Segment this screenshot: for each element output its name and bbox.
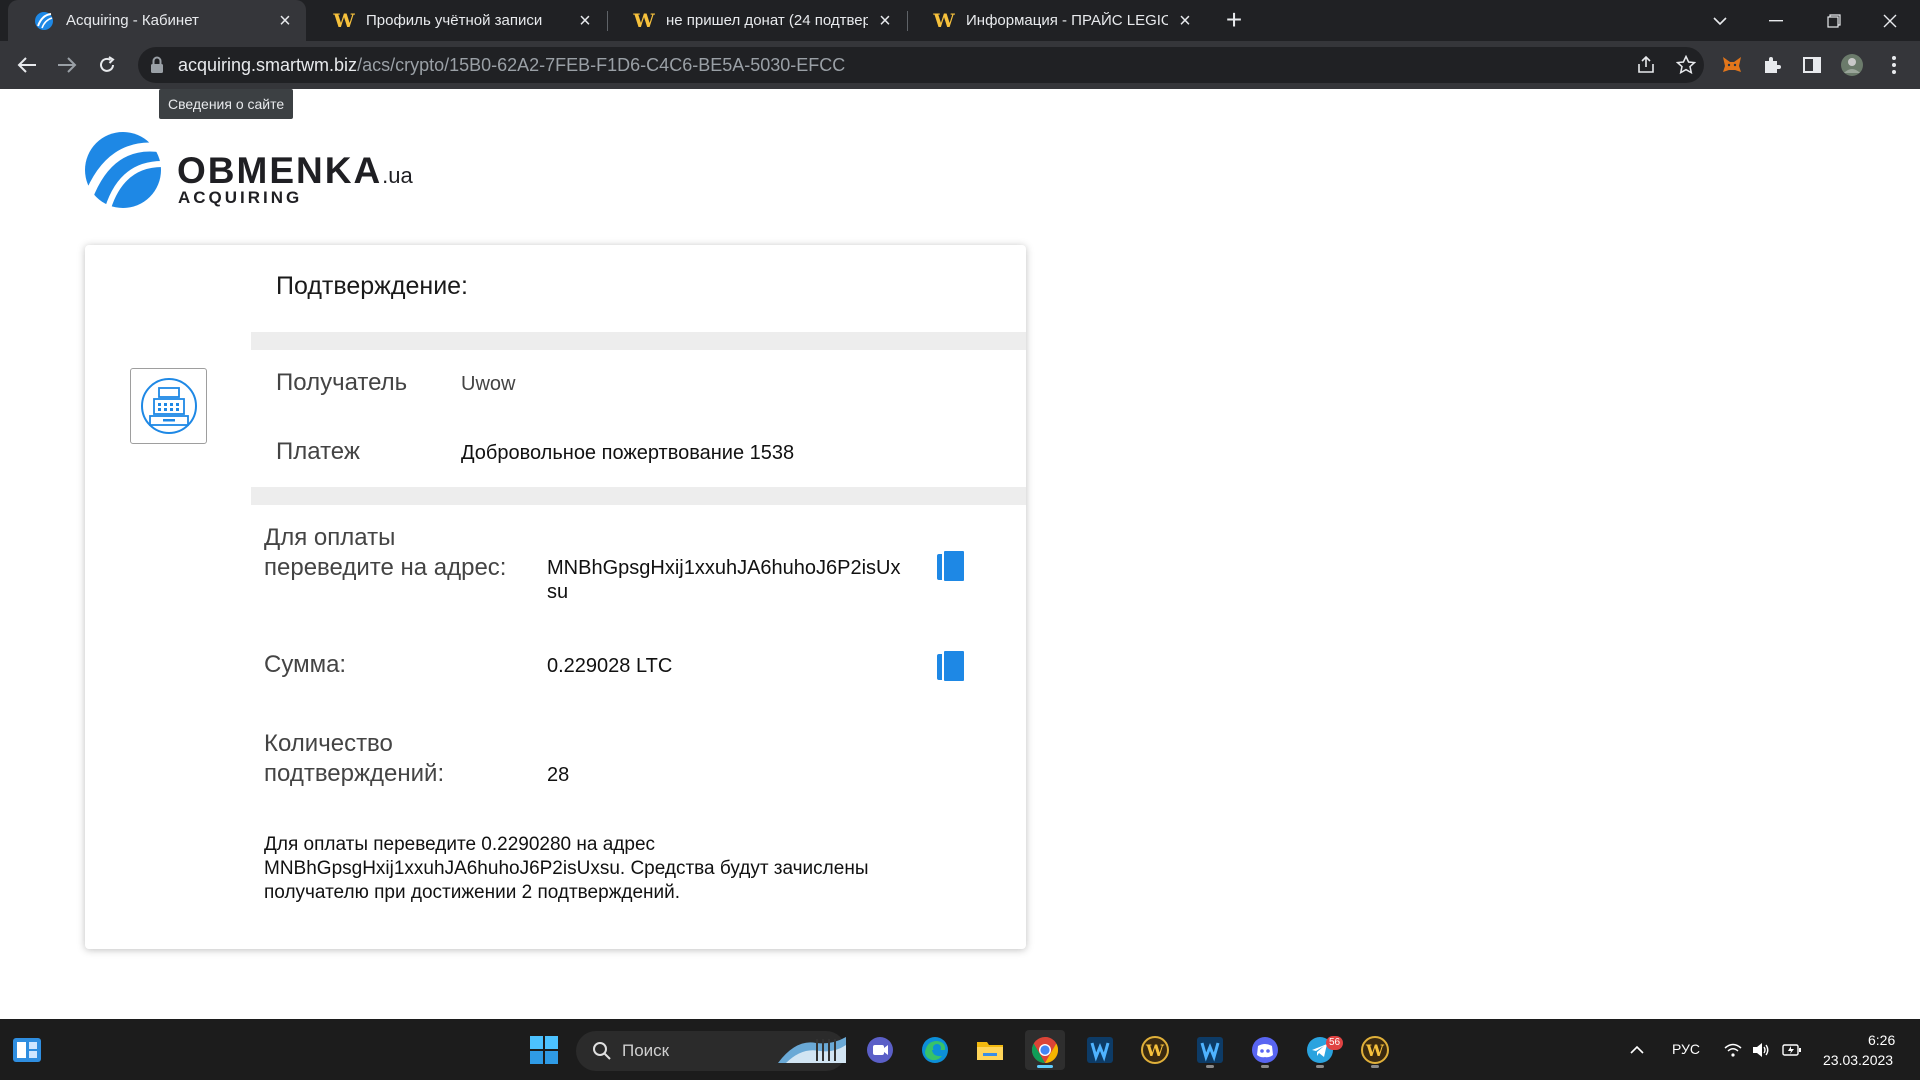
edge-browser-icon[interactable] xyxy=(915,1030,955,1070)
tab-title: Информация - ПРАЙС LEGION 3 xyxy=(966,12,1168,29)
teams-chat-icon[interactable] xyxy=(860,1030,900,1070)
wow-favicon-icon: W xyxy=(333,9,355,32)
back-arrow-icon[interactable] xyxy=(11,49,43,81)
address-value-line-2[interactable]: su xyxy=(547,581,568,604)
note-line: MNBhGpsgHxij1xxuhJA6huhoJ6P2isUxsu. Сред… xyxy=(264,858,869,879)
card-title: Подтверждение: xyxy=(276,272,469,300)
wow-favicon-icon: W xyxy=(633,9,655,32)
start-windows-icon[interactable] xyxy=(524,1030,564,1070)
tab-acquiring-cabinet[interactable]: Acquiring - Кабинет × xyxy=(8,0,306,41)
payment-label: Платеж xyxy=(276,438,360,465)
payment-value: Добровольное пожертвование 1538 xyxy=(461,442,795,464)
game-launcher-icon[interactable] xyxy=(1080,1030,1120,1070)
address-bar[interactable]: acquiring.smartwm.biz/acs/crypto/15B0-62… xyxy=(138,47,1704,83)
tab-search-chevron-icon[interactable] xyxy=(1692,0,1748,41)
logo-wordmark: OBMENKA.ua xyxy=(177,150,413,192)
confirmations-label-line-2: подтверждений: xyxy=(264,760,445,787)
tab-title: не пришел донат (24 подтвержд xyxy=(666,12,868,29)
url-path: /acs/crypto/15B0-62A2-7FEB-F1D6-C4C6-BE5… xyxy=(357,55,846,75)
address-label-line-2: переведите на адрес: xyxy=(264,554,507,581)
search-highlight-art-icon xyxy=(778,1037,846,1063)
chrome-browser-icon[interactable] xyxy=(1025,1030,1065,1070)
telegram-unread-badge: 56 xyxy=(1326,1036,1344,1050)
side-panel-icon[interactable] xyxy=(1800,53,1824,77)
forward-arrow-icon[interactable] xyxy=(51,49,83,81)
close-window-button[interactable] xyxy=(1862,0,1918,41)
tab-close-icon[interactable]: × xyxy=(574,10,596,32)
metamask-extension-icon[interactable] xyxy=(1720,53,1744,77)
amount-label: Сумма: xyxy=(264,651,347,678)
url-host: acquiring.smartwm.biz xyxy=(178,55,358,75)
obmenka-logo[interactable]: OBMENKA.ua ACQUIRING xyxy=(82,130,413,210)
wow-favicon-icon: W xyxy=(933,9,955,32)
logo-tld: .ua xyxy=(382,163,413,188)
wow-launcher-icon[interactable]: W xyxy=(1135,1030,1175,1070)
clock-time[interactable]: 6:26 xyxy=(1868,1032,1895,1048)
bookmark-star-icon[interactable] xyxy=(1674,53,1698,77)
confirmations-value: 28 xyxy=(547,764,570,786)
obmenka-favicon-icon xyxy=(34,11,54,31)
running-indicator xyxy=(1371,1065,1379,1068)
chrome-menu-icon[interactable] xyxy=(1882,53,1906,77)
game-launcher-icon-2[interactable] xyxy=(1190,1030,1230,1070)
search-icon xyxy=(593,1042,611,1060)
payment-instructions: Для оплаты переведите 0.2290280 на адрес… xyxy=(264,833,954,905)
svg-text:W: W xyxy=(1145,1041,1165,1060)
search-placeholder: Поиск xyxy=(622,1041,670,1060)
tab-title: Профиль учётной записи xyxy=(366,12,543,29)
logo-subtitle: ACQUIRING xyxy=(178,188,303,207)
site-info-tooltip: Сведения о сайте xyxy=(159,89,294,119)
tab-price-legion[interactable]: W Информация - ПРАЙС LEGION 3 × xyxy=(908,0,1206,41)
widgets-icon[interactable] xyxy=(7,1030,47,1070)
note-line: Для оплаты переведите 0.2290280 на адрес xyxy=(264,834,656,855)
logo-word: OBMENKA xyxy=(177,150,383,191)
clock-date[interactable]: 23.03.2023 xyxy=(1823,1052,1893,1068)
tab-donation-thread[interactable]: W не пришел донат (24 подтвержд × xyxy=(608,0,906,41)
svg-text:W: W xyxy=(1365,1041,1385,1060)
battery-icon[interactable] xyxy=(1772,1030,1812,1070)
active-indicator xyxy=(1037,1065,1053,1068)
minimize-button[interactable] xyxy=(1748,0,1804,41)
note-line: получателю при достижении 2 подтверждени… xyxy=(264,882,681,903)
recipient-label: Получатель xyxy=(276,369,408,396)
new-tab-button[interactable]: + xyxy=(1219,6,1249,36)
share-icon[interactable] xyxy=(1634,53,1658,77)
amount-value[interactable]: 0.229028 LTC xyxy=(547,655,672,678)
url-text: acquiring.smartwm.biz/acs/crypto/15B0-62… xyxy=(178,55,845,76)
wow-game-icon[interactable]: W xyxy=(1355,1030,1395,1070)
running-indicator xyxy=(1261,1065,1269,1068)
confirmation-card: Подтверждение: Получатель Uwow Платеж До… xyxy=(85,245,1026,949)
tab-close-icon[interactable]: × xyxy=(874,10,896,32)
confirmations-label-line-1: Количество xyxy=(264,730,393,757)
obmenka-logo-mark-icon xyxy=(83,132,163,209)
profile-avatar[interactable] xyxy=(1840,53,1864,77)
tab-title: Acquiring - Кабинет xyxy=(66,12,199,29)
divider xyxy=(251,332,1026,350)
recipient-value: Uwow xyxy=(461,373,516,395)
address-label-line-1: Для оплаты xyxy=(264,524,396,551)
running-indicator xyxy=(1206,1065,1214,1068)
copy-address-icon[interactable] xyxy=(934,548,968,586)
browser-tab-strip: Acquiring - Кабинет × W Профиль учётной … xyxy=(0,0,1920,41)
keyboard-language[interactable]: РУС xyxy=(1672,1041,1700,1057)
tab-close-icon[interactable]: × xyxy=(274,10,296,32)
browser-toolbar: acquiring.smartwm.biz/acs/crypto/15B0-62… xyxy=(0,41,1920,89)
tab-account-profile[interactable]: W Профиль учётной записи × xyxy=(308,0,606,41)
cash-register-icon xyxy=(130,368,207,444)
running-indicator xyxy=(1316,1065,1324,1068)
tab-close-icon[interactable]: × xyxy=(1174,10,1196,32)
tray-chevron-up-icon[interactable] xyxy=(1617,1030,1657,1070)
restore-button[interactable] xyxy=(1806,0,1862,41)
address-value-line-1[interactable]: MNBhGpsgHxij1xxuhJA6huhoJ6P2isUx xyxy=(547,557,901,580)
file-explorer-icon[interactable] xyxy=(970,1030,1010,1070)
windows-taskbar: Поиск W W РУС 6:26 23.03.2023 xyxy=(0,1019,1920,1080)
taskbar-search[interactable]: Поиск xyxy=(576,1031,846,1071)
divider xyxy=(251,487,1026,505)
reload-icon[interactable] xyxy=(91,49,123,81)
extensions-puzzle-icon[interactable] xyxy=(1760,53,1784,77)
lock-icon[interactable] xyxy=(150,56,164,79)
discord-icon[interactable] xyxy=(1245,1030,1285,1070)
copy-amount-icon[interactable] xyxy=(934,648,968,686)
